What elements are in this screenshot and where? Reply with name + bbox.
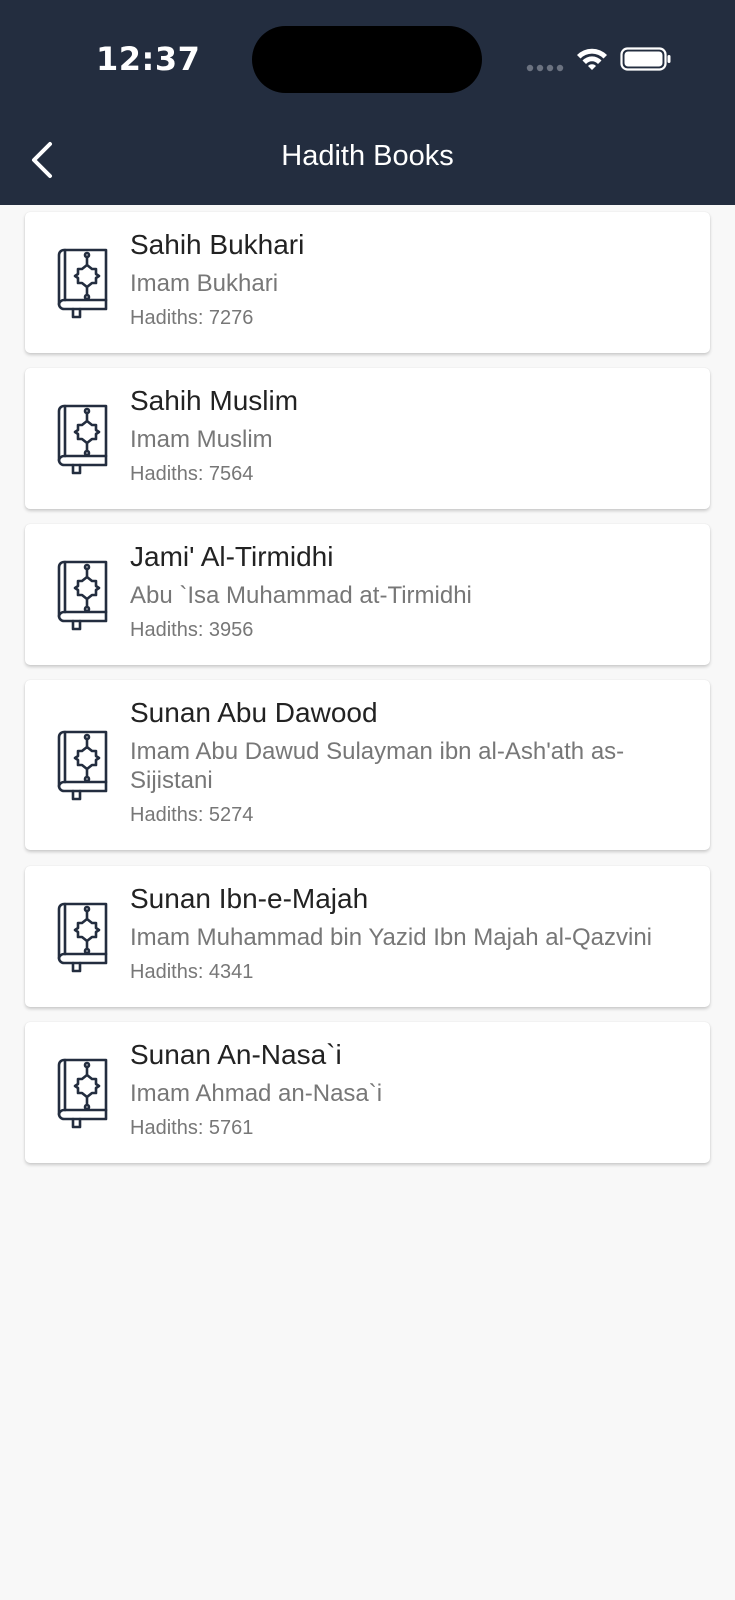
- wifi-icon: [577, 48, 607, 70]
- dynamic-island: [252, 26, 482, 93]
- book-info: Sunan Ibn-e-Majah Imam Muhammad bin Yazid…: [130, 882, 696, 984]
- book-title: Sahih Bukhari: [130, 229, 305, 260]
- book-title: Sahih Muslim: [130, 385, 299, 416]
- book-title: Sunan Ibn-e-Majah: [130, 883, 369, 914]
- book-icon: [56, 559, 110, 631]
- book-card[interactable]: Jami' Al-Tirmidhi Abu `Isa Muhammad at-Ti…: [25, 524, 710, 665]
- book-icon: [56, 729, 110, 801]
- book-author: Imam Bukhari: [130, 270, 279, 297]
- hadith-count: Hadiths: 5274: [130, 804, 254, 826]
- book-title: Sunan An-Nasa`i: [130, 1039, 342, 1070]
- book-title: Jami' Al-Tirmidhi: [130, 541, 334, 572]
- book-info: Sunan An-Nasa`i Imam Ahmad an-Nasa`i Hadit…: [130, 1038, 696, 1140]
- book-card[interactable]: Sunan Ibn-e-Majah Imam Muhammad bin Yazid…: [25, 866, 710, 1007]
- book-author: Imam Ahmad an-Nasa`i: [130, 1080, 383, 1107]
- book-info: Sahih Bukhari Imam Bukhari Hadiths: 7276: [130, 228, 696, 330]
- book-card[interactable]: Sunan Abu Dawood Imam Abu Dawud Sulayman …: [25, 680, 710, 850]
- book-icon: [56, 901, 110, 973]
- book-info: Sahih Muslim Imam Muslim Hadiths: 7564: [130, 384, 696, 486]
- hadith-count: Hadiths: 3956: [130, 619, 254, 641]
- book-icon: [56, 403, 110, 475]
- page-title: Hadith Books: [281, 140, 454, 172]
- book-card[interactable]: Sahih Bukhari Imam Bukhari Hadiths: 7276: [25, 212, 710, 353]
- book-author: Imam Muslim: [130, 426, 273, 453]
- book-info: Jami' Al-Tirmidhi Abu `Isa Muhammad at-Ti…: [130, 540, 696, 642]
- book-info: Sunan Abu Dawood Imam Abu Dawud Sulayman …: [130, 696, 696, 827]
- battery-icon: [620, 47, 671, 71]
- hadith-count: Hadiths: 5761: [130, 1117, 254, 1139]
- status-time: 12:37: [96, 40, 201, 78]
- hadith-count: Hadiths: 7564: [130, 463, 254, 485]
- hadith-count: Hadiths: 4341: [130, 961, 254, 983]
- book-icon: [56, 1057, 110, 1129]
- app-header: 12:37 Hadith Books: [0, 0, 735, 205]
- hadith-count: Hadiths: 7276: [130, 307, 254, 329]
- book-card[interactable]: Sahih Muslim Imam Muslim Hadiths: 7564: [25, 368, 710, 509]
- book-author: Abu `Isa Muhammad at-Tirmidhi: [130, 582, 472, 609]
- signal-icon: [526, 64, 564, 72]
- book-author: Imam Muhammad bin Yazid Ibn Majah al-Qaz…: [130, 924, 652, 951]
- book-icon: [56, 247, 110, 319]
- book-author: Imam Abu Dawud Sulayman ibn al-Ash'ath a…: [130, 738, 625, 794]
- book-title: Sunan Abu Dawood: [130, 697, 378, 728]
- book-card[interactable]: Sunan An-Nasa`i Imam Ahmad an-Nasa`i Hadit…: [25, 1022, 710, 1163]
